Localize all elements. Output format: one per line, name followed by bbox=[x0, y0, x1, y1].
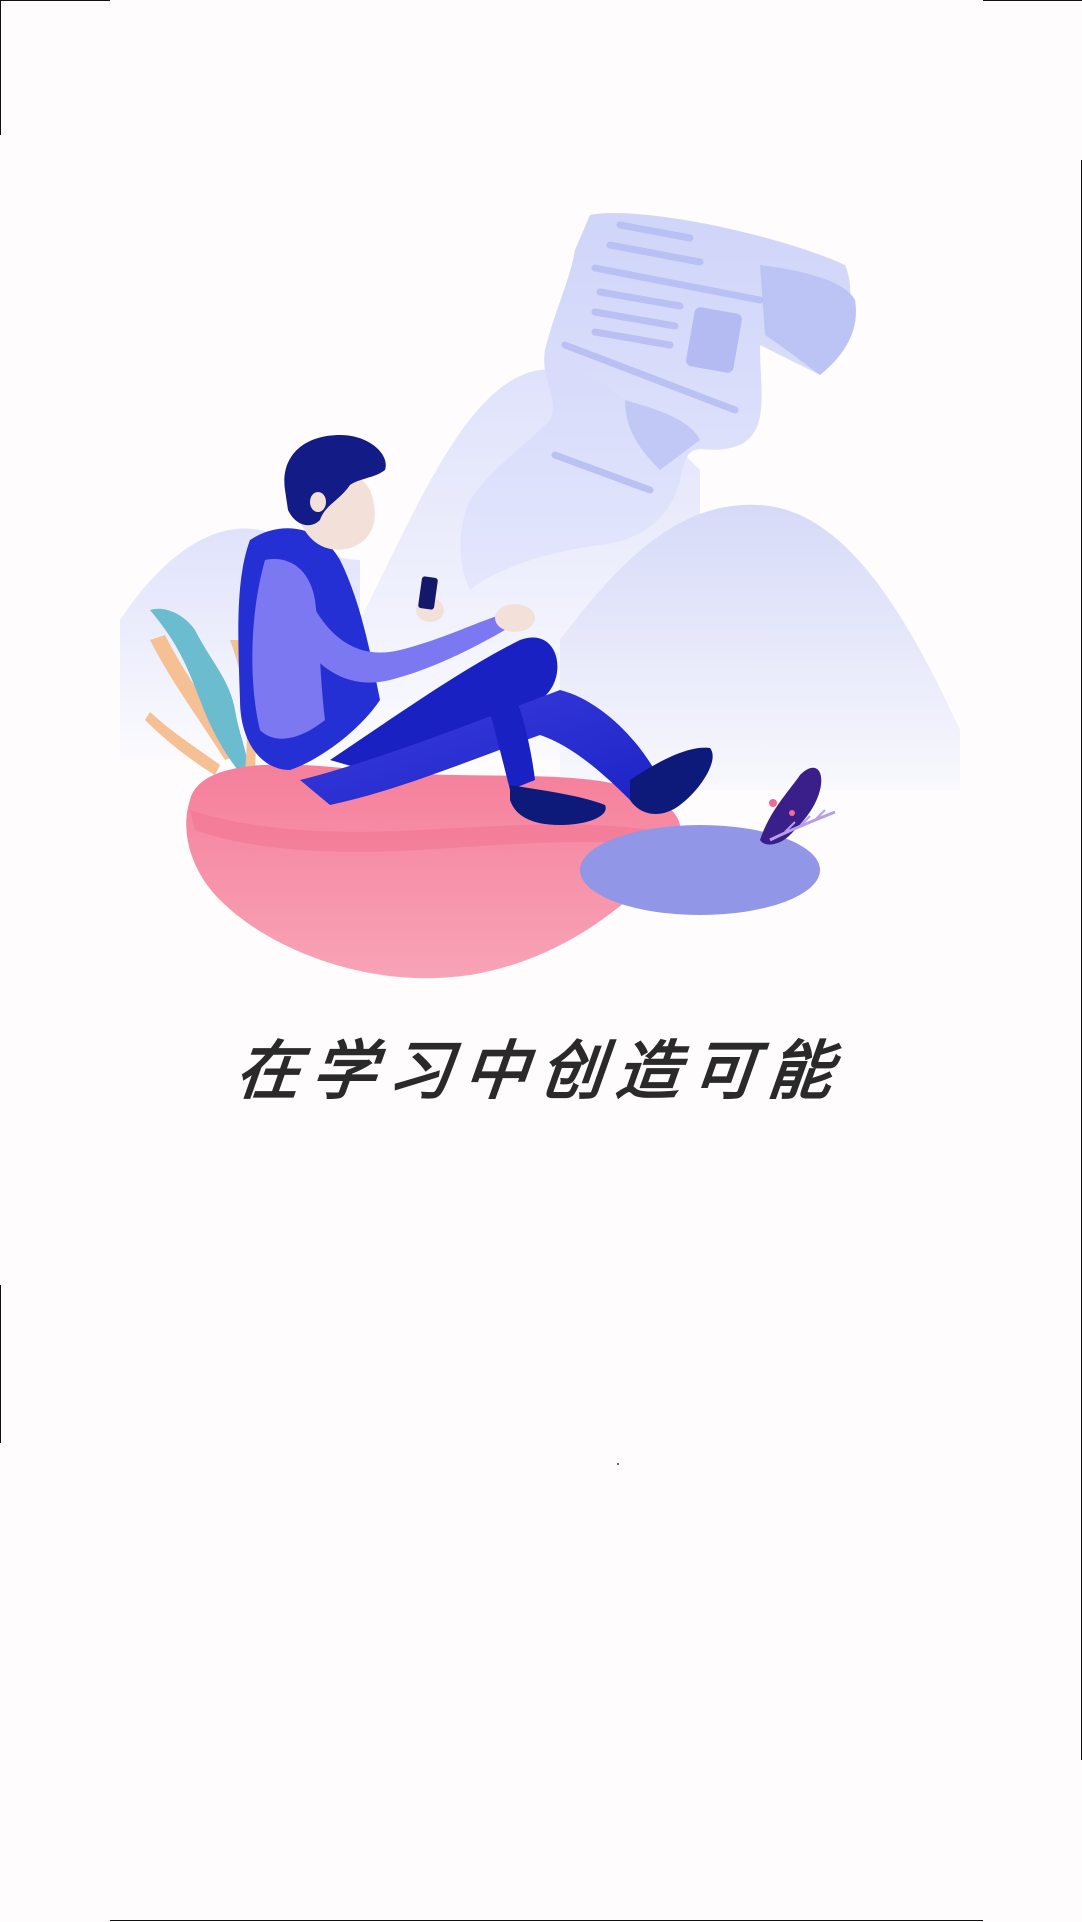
frame-line-left-lower bbox=[0, 1285, 1, 1443]
person-reading-illustration bbox=[120, 213, 960, 979]
splash-screen: 在学习中创造可能 bbox=[0, 0, 1082, 1922]
frame-line-bottom bbox=[110, 1920, 983, 1921]
loading-dot bbox=[617, 1463, 619, 1465]
splash-slogan: 在学习中创造可能 bbox=[232, 1034, 849, 1109]
